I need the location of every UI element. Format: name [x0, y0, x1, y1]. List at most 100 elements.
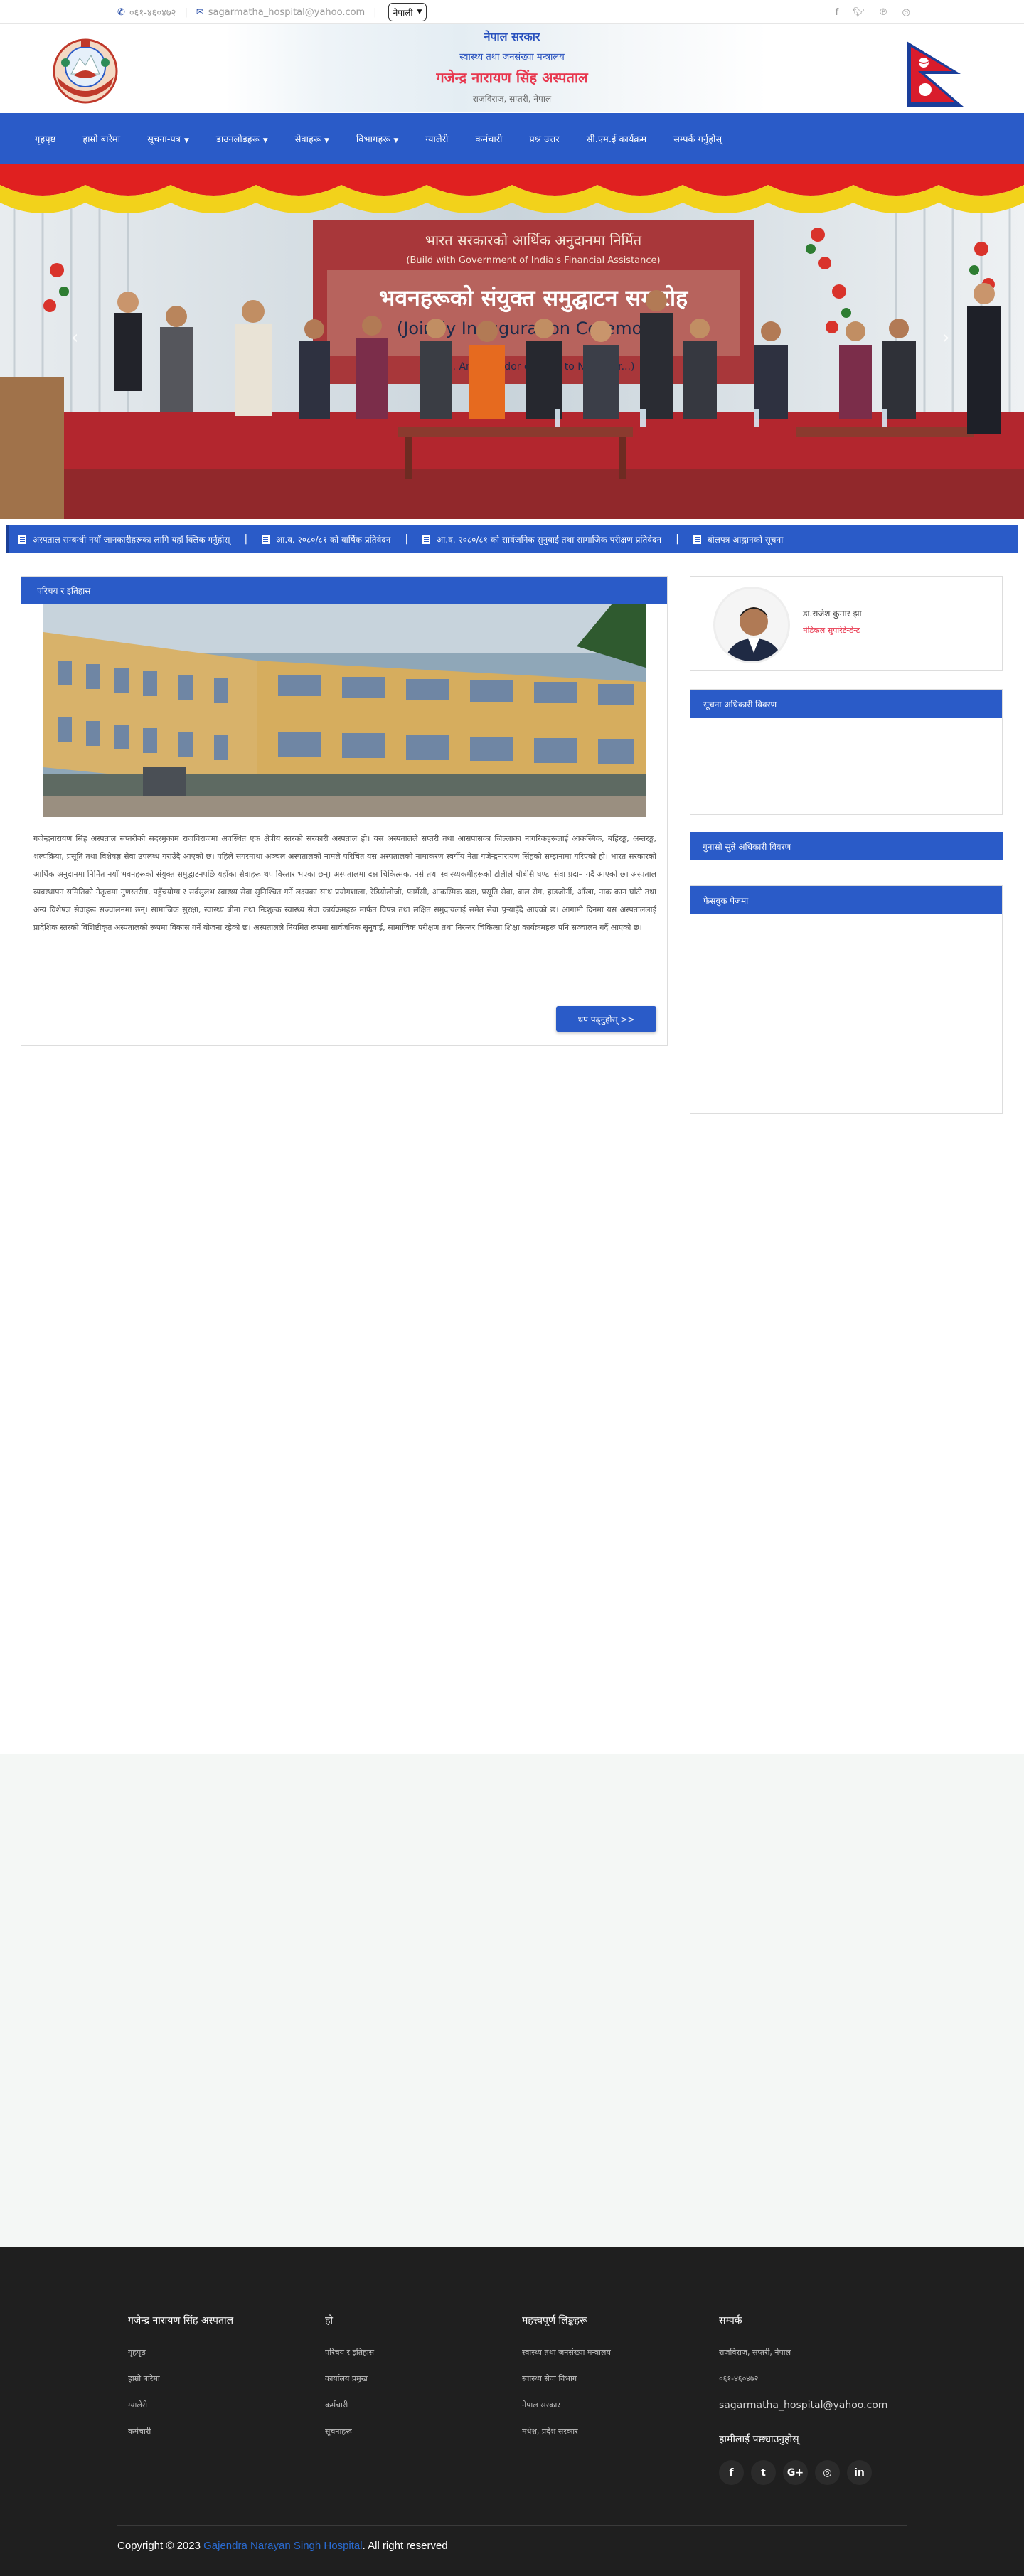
ticker-separator: |: [244, 533, 248, 545]
ticker-separator: |: [405, 533, 409, 545]
content-band: [0, 1754, 1024, 2247]
pinterest-icon[interactable]: ℗: [879, 7, 888, 18]
nav-item-label: कर्मचारी: [475, 134, 503, 145]
footer-link[interactable]: स्वास्थ्य सेवा विभाग: [522, 2373, 611, 2384]
ticker-item-label: आ.व. २०८०/८१ को वार्षिक प्रतिवेदन: [276, 534, 391, 545]
instagram-icon[interactable]: ◎: [902, 7, 910, 18]
caret-down-icon: ▼: [183, 137, 189, 144]
footer-email[interactable]: sagarmatha_hospital@yahoo.com: [719, 2400, 887, 2411]
slider-next-button[interactable]: ›: [942, 327, 949, 348]
nav-item-label: ग्यालेरी: [425, 134, 449, 145]
nav-item-label: गृहपृष्ठ: [35, 134, 56, 145]
divider: |: [373, 6, 377, 18]
nav-item-label: सी.एम.ई कार्यक्रम: [586, 134, 647, 145]
ticker-item-label: अस्पताल सम्बन्धी नयाँ जानकारीहरूका लागि …: [33, 534, 230, 545]
footer-link[interactable]: सूचनाहरू: [325, 2426, 374, 2437]
topbar-email[interactable]: sagarmatha_hospital@yahoo.com: [208, 7, 366, 18]
info-officer-heading: सूचना अधिकारी विवरण: [690, 690, 1002, 718]
hero-image: भारत सरकारको आर्थिक अनुदानमा निर्मित (Bu…: [0, 164, 1024, 519]
news-ticker: अस्पताल सम्बन्धी नयाँ जानकारीहरूका लागि …: [6, 525, 1018, 553]
slider-prev-button[interactable]: ‹: [71, 327, 78, 348]
footer-col-links: महत्त्वपूर्ण लिङ्कहरू स्वास्थ्य तथा जनसं…: [522, 2314, 611, 2452]
ticker-track: अस्पताल सम्बन्धी नयाँ जानकारीहरूका लागि …: [9, 533, 783, 545]
social-links: f 🐦︎ ℗ ◎: [836, 0, 910, 24]
ticker-item[interactable]: बोलपत्र आह्वानको सूचना: [693, 533, 784, 545]
nav-item[interactable]: गृहपृष्ठ: [21, 132, 69, 145]
about-heading: परिचय र इतिहास: [21, 577, 667, 604]
contact-info: ✆ ०६१-४६०४७२ | ✉ sagarmatha_hospital@yah…: [117, 0, 427, 24]
chief-title: मेडिकल सुपरिटेन्डेन्ट: [803, 626, 860, 635]
footer-link[interactable]: स्वास्थ्य तथा जनसंख्या मन्त्रालय: [522, 2347, 611, 2358]
nepal-flag-icon: [907, 41, 964, 107]
language-value: नेपाली: [393, 7, 413, 18]
hospital-address: राजविराज, सप्तरी, नेपाल: [472, 94, 552, 104]
twitter-icon[interactable]: t: [751, 2460, 776, 2485]
footer-col-title: गजेन्द्र नारायण सिंह अस्पताल: [128, 2315, 234, 2326]
site-footer: गजेन्द्र नारायण सिंह अस्पताल गृहपृष्ठ हा…: [0, 2247, 1024, 2576]
nav-item-label: विभागहरू: [356, 134, 390, 145]
footer-col-hospital: गजेन्द्र नारायण सिंह अस्पताल गृहपृष्ठ हा…: [128, 2314, 233, 2452]
footer-phone: ०६१-४६०४७२: [719, 2374, 759, 2383]
nav-item[interactable]: सेवाहरू ▼: [282, 132, 343, 145]
ticker-item[interactable]: आ.व. २०८०/८१ को सार्वजनिक सुनुवाई तथा सा…: [422, 533, 661, 545]
twitter-icon[interactable]: 🐦︎: [853, 7, 865, 18]
footer-link[interactable]: गृहपृष्ठ: [128, 2347, 233, 2358]
nav-item-label: सम्पर्क गर्नुहोस्: [673, 134, 722, 145]
chevron-down-icon: ▼: [417, 9, 422, 16]
facebook-box: फेसबुक पेजमा: [690, 885, 1003, 1114]
linkedin-icon[interactable]: in: [847, 2460, 872, 2485]
document-icon: [693, 534, 701, 544]
caret-down-icon: ▼: [262, 137, 268, 144]
nav-item[interactable]: सी.एम.ई कार्यक्रम: [573, 132, 661, 145]
footer-link[interactable]: हाम्रो बारेमा: [128, 2373, 233, 2384]
nav-item-label: सेवाहरू: [294, 134, 321, 145]
google-plus-icon[interactable]: G+: [783, 2460, 808, 2485]
nav-item[interactable]: ग्यालेरी: [412, 132, 462, 145]
footer-divider: [117, 2525, 907, 2526]
ticker-item-label: बोलपत्र आह्वानको सूचना: [707, 534, 784, 545]
footer-link[interactable]: कार्यालय प्रमुख: [325, 2373, 374, 2384]
nav-item[interactable]: सम्पर्क गर्नुहोस्: [660, 132, 735, 145]
about-card: परिचय र इतिहास गजेन्द्रनारायण सिंह अस्पत…: [21, 576, 668, 1046]
copyright-link[interactable]: Gajendra Narayan Singh Hospital: [203, 2540, 362, 2552]
topbar-phone: ०६१-४६०४७२: [129, 8, 176, 18]
main-nav: गृहपृष्ठ हाम्रो बारेमा सूचना-पत्र ▼ डाउनलोडह…: [0, 113, 1024, 164]
ticker-item[interactable]: आ.व. २०८०/८१ को वार्षिक प्रतिवेदन: [262, 533, 390, 545]
facebook-heading: फेसबुक पेजमा: [690, 886, 1002, 914]
footer-link[interactable]: नेपाल सरकार: [522, 2400, 611, 2410]
banner-title-text: भवनहरूको संयुक्त समुद्घाटन समारोह: [379, 284, 688, 313]
nav-item[interactable]: डाउनलोडहरू ▼: [203, 132, 282, 145]
footer-link[interactable]: परिचय र इतिहास: [325, 2347, 374, 2358]
nav-item[interactable]: सूचना-पत्र ▼: [134, 132, 203, 145]
avatar: [713, 587, 790, 663]
footer-col-title: सम्पर्क: [719, 2315, 742, 2326]
document-icon: [262, 534, 270, 544]
footer-link[interactable]: कर्मचारी: [128, 2426, 233, 2437]
footer-link[interactable]: कर्मचारी: [325, 2400, 374, 2410]
mail-icon: ✉: [196, 6, 204, 18]
nav-item[interactable]: विभागहरू ▼: [343, 132, 412, 145]
phone-icon: ✆: [117, 6, 125, 18]
nav-item[interactable]: कर्मचारी: [462, 132, 516, 145]
footer-link[interactable]: ग्यालेरी: [128, 2400, 233, 2410]
instagram-icon[interactable]: ◎: [815, 2460, 840, 2485]
nav-item[interactable]: हाम्रो बारेमा: [69, 132, 134, 145]
footer-link[interactable]: मधेश, प्रदेश सरकार: [522, 2426, 611, 2437]
read-more-button[interactable]: थप पढ्नुहोस् >>: [556, 1006, 656, 1032]
ticker-item[interactable]: अस्पताल सम्बन्धी नयाँ जानकारीहरूका लागि …: [18, 533, 230, 545]
language-select[interactable]: नेपाली ▼: [388, 3, 427, 21]
hero-slider: भारत सरकारको आर्थिक अनुदानमा निर्मित (Bu…: [0, 164, 1024, 519]
facebook-icon[interactable]: f: [836, 7, 839, 18]
divider: |: [184, 6, 188, 18]
grievance-officer-box: गुनासो सुन्ने अधिकारी विवरण: [690, 832, 1003, 860]
document-icon: [18, 534, 26, 544]
footer-col-contact: सम्पर्क राजविराज, सप्तरी, नेपाल ०६१-४६०४…: [719, 2314, 887, 2485]
facebook-icon[interactable]: f: [719, 2460, 744, 2485]
chief-name: डा.राजेश कुमार झा: [803, 609, 862, 619]
document-icon: [422, 534, 431, 544]
nav-item-label: हाम्रो बारेमा: [82, 134, 121, 145]
site-header: नेपाल सरकार स्वास्थ्य तथा जनसंख्या मन्त्…: [0, 24, 1024, 112]
copyright-text: Copyright © 2023 Gajendra Narayan Singh …: [117, 2540, 448, 2552]
ministry-title: स्वास्थ्य तथा जनसंख्या मन्त्रालय: [459, 52, 565, 63]
nav-item[interactable]: प्रश्न उत्तर: [516, 132, 572, 145]
